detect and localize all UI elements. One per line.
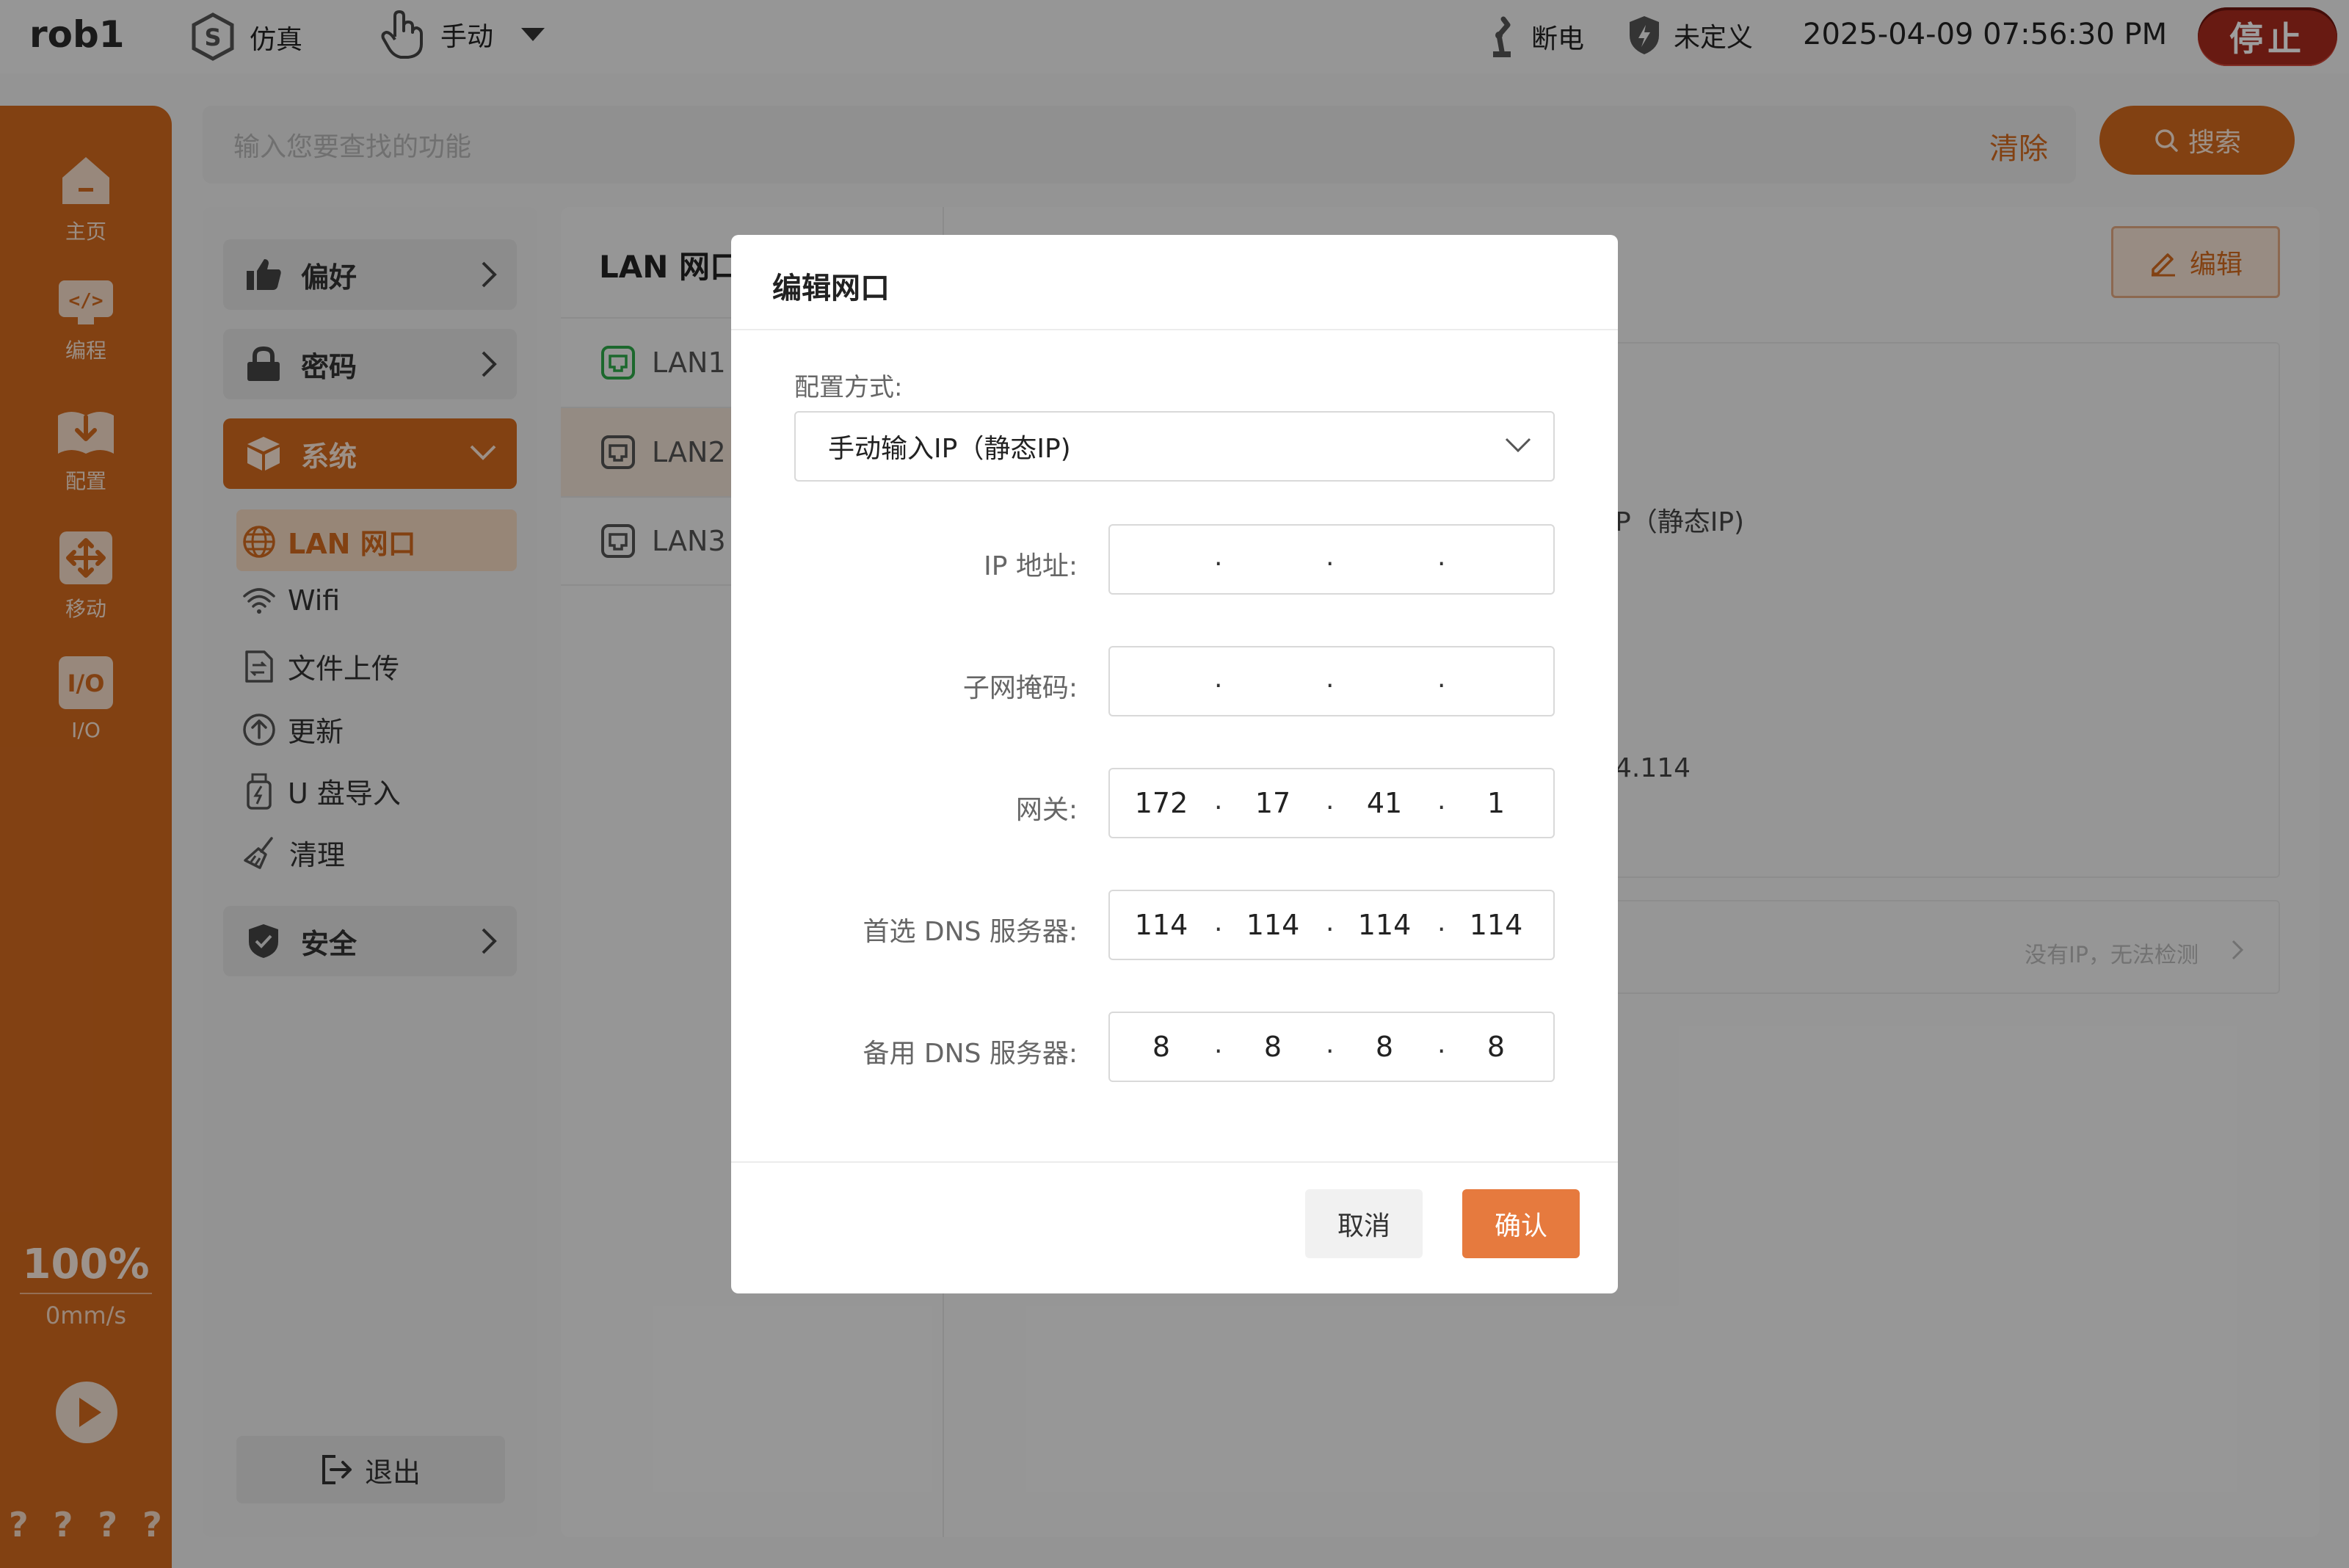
preferred-dns-input[interactable]: 114 . 114 . 114 . 114 [1108,890,1555,960]
alternate-dns-label: 备用 DNS 服务器: [863,1039,1078,1069]
chevron-down-icon [1505,438,1531,453]
ip-dot: . [1326,1029,1335,1059]
ip-address-input[interactable]: . . . [1108,524,1555,595]
ip-address-label: IP 地址: [984,551,1078,581]
ip-dot: . [1437,1029,1446,1059]
ip-dot: . [1326,785,1335,816]
ip-segment[interactable]: 114 [1340,909,1428,941]
ip-segment[interactable]: 1 [1452,787,1540,819]
ip-dot: . [1214,542,1223,572]
preferred-dns-label: 首选 DNS 服务器: [863,917,1078,947]
config-method-value: 手动输入IP（静态IP) [828,434,1071,464]
dialog-footer-divider [731,1161,1618,1163]
ip-segment[interactable]: 114 [1229,909,1317,941]
ip-dot: . [1437,785,1446,816]
cancel-button[interactable]: 取消 [1305,1189,1423,1258]
ip-dot: . [1214,785,1223,816]
ip-segment[interactable]: 8 [1229,1031,1317,1063]
alternate-dns-input[interactable]: 8 . 8 . 8 . 8 [1108,1012,1555,1082]
subnet-mask-input[interactable]: . . . [1108,646,1555,716]
ip-segment[interactable]: 17 [1229,787,1317,819]
ip-segment[interactable]: 41 [1340,787,1428,819]
ip-dot: . [1326,907,1335,937]
ip-dot: . [1326,542,1335,572]
ip-segment[interactable]: 8 [1117,1031,1205,1063]
ip-dot: . [1437,907,1446,937]
ip-segment[interactable]: 114 [1452,909,1540,941]
ip-segment[interactable]: 172 [1117,787,1205,819]
ip-segment[interactable]: 8 [1340,1031,1428,1063]
config-method-select[interactable]: 手动输入IP（静态IP) [794,411,1555,482]
ip-dot: . [1214,1029,1223,1059]
ip-dot: . [1326,664,1335,694]
ip-segment[interactable]: 8 [1452,1031,1540,1063]
ip-dot: . [1437,542,1446,572]
ip-segment[interactable]: 114 [1117,909,1205,941]
subnet-mask-label: 子网掩码: [962,673,1078,703]
ip-dot: . [1437,664,1446,694]
dialog-divider [731,329,1618,330]
ip-dot: . [1214,664,1223,694]
dialog-title: 编辑网口 [772,272,890,305]
ip-dot: . [1214,907,1223,937]
config-method-label: 配置方式: [794,373,903,402]
gateway-input[interactable]: 172 . 17 . 41 . 1 [1108,768,1555,838]
gateway-label: 网关: [1015,795,1078,825]
confirm-button[interactable]: 确认 [1462,1189,1580,1258]
